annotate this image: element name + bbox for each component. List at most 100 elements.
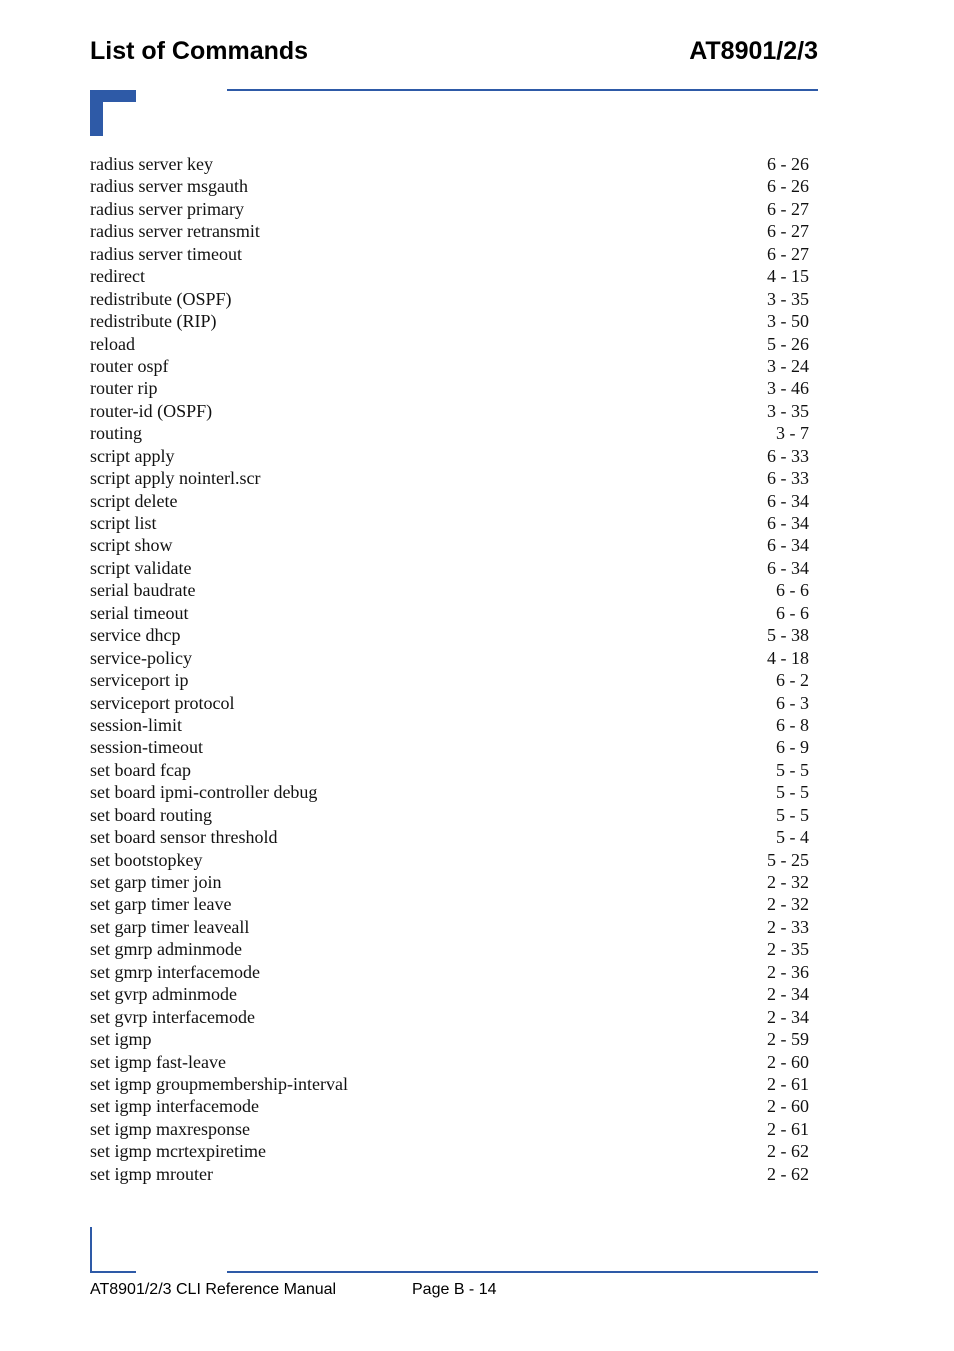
command-name: radius server primary: [90, 198, 244, 219]
page-reference: 5 - 38: [767, 625, 809, 646]
command-name: reload: [90, 333, 135, 354]
page-reference: 5 - 26: [767, 333, 809, 354]
command-name: set garp timer leave: [90, 894, 232, 915]
index-entry: set gmrp adminmode 2 - 35: [90, 938, 818, 960]
index-entry: router rip 3 - 46: [90, 377, 818, 399]
page-reference: 6 - 27: [767, 243, 809, 264]
command-name: set igmp interfacemode: [90, 1096, 259, 1117]
command-name: session-limit: [90, 714, 183, 735]
command-name: service dhcp: [90, 625, 181, 646]
index-entry: set garp timer leave 2 - 32: [90, 893, 818, 915]
command-name: routing: [90, 423, 142, 444]
index-entry: serial timeout 6 - 6: [90, 602, 818, 624]
corner-mark-top-vertical: [90, 90, 103, 136]
page-reference: 6 - 27: [767, 221, 809, 242]
page-reference: 3 - 35: [767, 400, 809, 421]
page-reference: 2 - 61: [767, 1118, 809, 1139]
command-name: radius server msgauth: [90, 176, 248, 197]
index-entry: routing 3 - 7: [90, 422, 818, 444]
page-reference: 2 - 32: [767, 894, 809, 915]
page-reference: 6 - 33: [767, 468, 809, 489]
page-reference: 5 - 25: [767, 849, 809, 870]
page-reference: 6 - 6: [776, 602, 809, 623]
index-entry: redirect 4 - 15: [90, 265, 818, 287]
page-reference: 6 - 9: [776, 737, 809, 758]
page-reference: 2 - 33: [767, 916, 809, 937]
index-entry: script apply nointerl.scr 6 - 33: [90, 467, 818, 489]
index-entry: serviceport protocol 6 - 3: [90, 692, 818, 714]
page-reference: 2 - 32: [767, 872, 809, 892]
command-name: script apply: [90, 445, 175, 466]
command-name: set igmp maxresponse: [90, 1118, 250, 1139]
page-number: Page B - 14: [412, 1281, 497, 1298]
command-name: set gmrp adminmode: [90, 939, 242, 960]
page-reference: 2 - 62: [767, 1141, 809, 1162]
page-reference: 5 - 5: [776, 759, 809, 780]
page-reference: 2 - 59: [767, 1029, 809, 1050]
index-entry: set igmp maxresponse 2 - 61: [90, 1118, 818, 1140]
page-reference: 6 - 27: [767, 198, 809, 219]
index-entry: service dhcp 5 - 38: [90, 624, 818, 646]
index-entry: router ospf 3 - 24: [90, 355, 818, 377]
page-reference: 6 - 26: [767, 176, 809, 197]
page-reference: 2 - 60: [767, 1096, 809, 1117]
command-name: redirect: [90, 266, 145, 287]
page-reference: 3 - 50: [767, 311, 809, 332]
index-entry: set igmp fast-leave 2 - 60: [90, 1051, 818, 1073]
page-reference: 2 - 62: [767, 1163, 809, 1184]
index-entry: set igmp 2 - 59: [90, 1028, 818, 1050]
command-name: router rip: [90, 378, 158, 399]
index-entry: radius server primary 6 - 27: [90, 198, 818, 220]
index-entry: redistribute (RIP) 3 - 50: [90, 310, 818, 332]
index-entry: set bootstopkey 5 - 25: [90, 849, 818, 871]
command-name: service-policy: [90, 647, 192, 668]
command-name: script delete: [90, 490, 178, 511]
index-entry: script apply 6 - 33: [90, 445, 818, 467]
command-name: session-timeout: [90, 737, 203, 758]
index-entry: radius server timeout 6 - 27: [90, 243, 818, 265]
page-reference: 6 - 34: [767, 535, 809, 556]
index-entry: set igmp interfacemode 2 - 60: [90, 1095, 818, 1117]
page-reference: 6 - 8: [776, 714, 809, 735]
manual-title: AT8901/2/3 CLI Reference Manual: [90, 1281, 337, 1298]
page-reference: 6 - 6: [776, 580, 809, 601]
index-entry: set board fcap 5 - 5: [90, 759, 818, 781]
command-name: set bootstopkey: [90, 849, 203, 870]
command-name: radius server timeout: [90, 243, 242, 264]
page-reference: 5 - 5: [776, 804, 809, 825]
command-name: radius server retransmit: [90, 221, 260, 242]
command-name: set board sensor threshold: [90, 827, 278, 848]
command-name: set igmp fast-leave: [90, 1051, 226, 1072]
index-entry: set gvrp interfacemode 2 - 34: [90, 1006, 818, 1028]
command-index-list: radius server key 6 - 26 radius server msg…: [90, 153, 818, 1185]
command-name: script validate: [90, 557, 192, 578]
corner-mark-bottom-horizontal: [90, 1271, 136, 1273]
index-entry: script show 6 - 34: [90, 534, 818, 556]
page-reference: 4 - 18: [767, 647, 809, 668]
command-name: set gvrp adminmode: [90, 984, 237, 1005]
command-name: script list: [90, 513, 157, 533]
page-reference: 3 - 7: [776, 423, 809, 444]
page-reference: 4 - 15: [767, 266, 809, 287]
index-entry: script delete 6 - 34: [90, 490, 818, 512]
page-reference: 2 - 35: [767, 939, 809, 960]
command-name: set igmp mrouter: [90, 1163, 213, 1184]
page-reference: 6 - 3: [776, 692, 809, 713]
command-name: router-id (OSPF): [90, 400, 213, 421]
index-entry: set board sensor threshold 5 - 4: [90, 826, 818, 848]
index-entry: set igmp mrouter 2 - 62: [90, 1163, 818, 1185]
index-entry: radius server retransmit 6 - 27: [90, 220, 818, 242]
section-title: List of Commands: [90, 37, 309, 65]
index-entry: set gmrp interfacemode 2 - 36: [90, 961, 818, 983]
index-entry: script list 6 - 34: [90, 512, 818, 534]
page-reference: 5 - 4: [776, 827, 809, 848]
index-entry: set garp timer join 2 - 32: [90, 871, 818, 893]
index-entry: serviceport ip 6 - 2: [90, 669, 818, 691]
page-reference: 2 - 36: [767, 961, 809, 982]
index-entry: set igmp groupmembership-interval 2 - 61: [90, 1073, 818, 1095]
command-name: router ospf: [90, 355, 169, 376]
index-entry: session-limit 6 - 8: [90, 714, 818, 736]
command-name: set gmrp interfacemode: [90, 961, 260, 982]
index-entry: set board routing 5 - 5: [90, 804, 818, 826]
page-reference: 3 - 35: [767, 288, 809, 309]
